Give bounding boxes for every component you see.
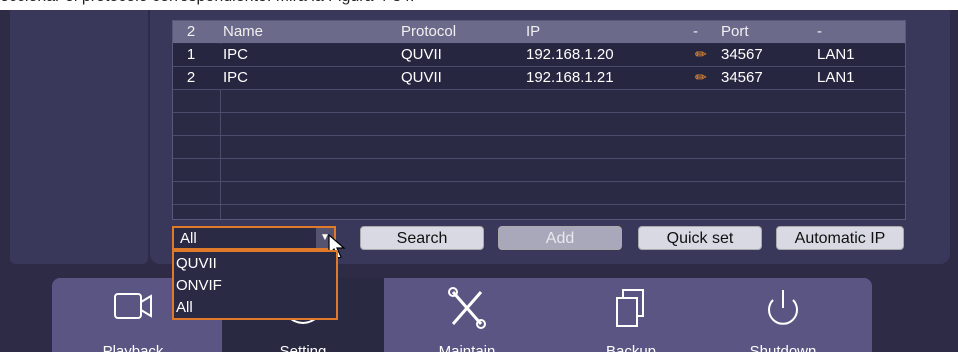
- task-label: Shutdown: [749, 343, 817, 352]
- table-row-empty: [173, 182, 905, 205]
- quick-set-button[interactable]: Quick set: [638, 226, 762, 250]
- header-protocol[interactable]: Protocol: [401, 23, 456, 40]
- add-button[interactable]: Add: [498, 226, 622, 250]
- header-port[interactable]: Port: [721, 23, 749, 40]
- row-port: 34567: [721, 69, 763, 86]
- table-row[interactable]: 1 IPC QUVII 192.168.1.20 ✏ 34567 LAN1: [173, 44, 905, 67]
- table-header: 2 Name Protocol IP - Port -: [173, 21, 905, 43]
- table-row-empty: [173, 113, 905, 136]
- table-row-empty: [173, 159, 905, 182]
- automatic-ip-button[interactable]: Automatic IP: [776, 226, 904, 250]
- task-label: Playback: [102, 343, 164, 352]
- row-protocol: QUVII: [401, 69, 442, 86]
- edit-icon[interactable]: ✏: [695, 69, 707, 86]
- search-button[interactable]: Search: [360, 226, 484, 250]
- header-name[interactable]: Name: [223, 23, 263, 40]
- selected-value: All: [180, 230, 197, 247]
- header-dash: -: [693, 23, 698, 40]
- header-count: 2: [186, 23, 196, 40]
- protocol-dropdown-list: QUVII ONVIF All: [172, 250, 338, 320]
- row-lan: LAN1: [817, 46, 855, 63]
- task-maintain[interactable]: Maintain: [386, 278, 548, 352]
- task-label: Backup: [605, 343, 657, 352]
- task-label: Maintain: [438, 343, 496, 352]
- row-protocol: QUVII: [401, 46, 442, 63]
- dropdown-option-onvif[interactable]: ONVIF: [176, 276, 222, 296]
- table-row[interactable]: 2 IPC QUVII 192.168.1.21 ✏ 34567 LAN1: [173, 67, 905, 90]
- copy-icon: [616, 289, 644, 327]
- row-ip: 192.168.1.20: [526, 46, 614, 63]
- task-label: Setting: [279, 343, 327, 352]
- power-icon: [768, 290, 798, 325]
- task-shutdown[interactable]: Shutdown: [702, 278, 864, 352]
- row-name: IPC: [223, 69, 249, 86]
- row-number: 2: [186, 69, 196, 86]
- left-panel: [10, 10, 148, 264]
- row-port: 34567: [721, 46, 763, 63]
- row-lan: LAN1: [817, 69, 855, 86]
- device-table: 2 Name Protocol IP - Port - 1 IPC QUVII …: [172, 20, 906, 220]
- row-number: 1: [186, 46, 196, 63]
- table-row-empty: [173, 90, 905, 113]
- dropdown-option-all[interactable]: All: [176, 298, 193, 318]
- edit-icon[interactable]: ✏: [695, 46, 707, 63]
- header-dash2: -: [817, 23, 822, 40]
- tools-icon: [448, 287, 486, 329]
- protocol-filter-select[interactable]: All ▼: [172, 226, 336, 250]
- dropdown-option-quvii[interactable]: QUVII: [176, 254, 217, 274]
- device-ui: 2 Name Protocol IP - Port - 1 IPC QUVII …: [0, 10, 958, 352]
- camera-icon: [114, 293, 152, 319]
- row-name: IPC: [223, 46, 249, 63]
- header-ip[interactable]: IP: [526, 23, 540, 40]
- row-ip: 192.168.1.21: [526, 69, 614, 86]
- task-backup[interactable]: Backup: [550, 278, 712, 352]
- table-row-empty: [173, 136, 905, 159]
